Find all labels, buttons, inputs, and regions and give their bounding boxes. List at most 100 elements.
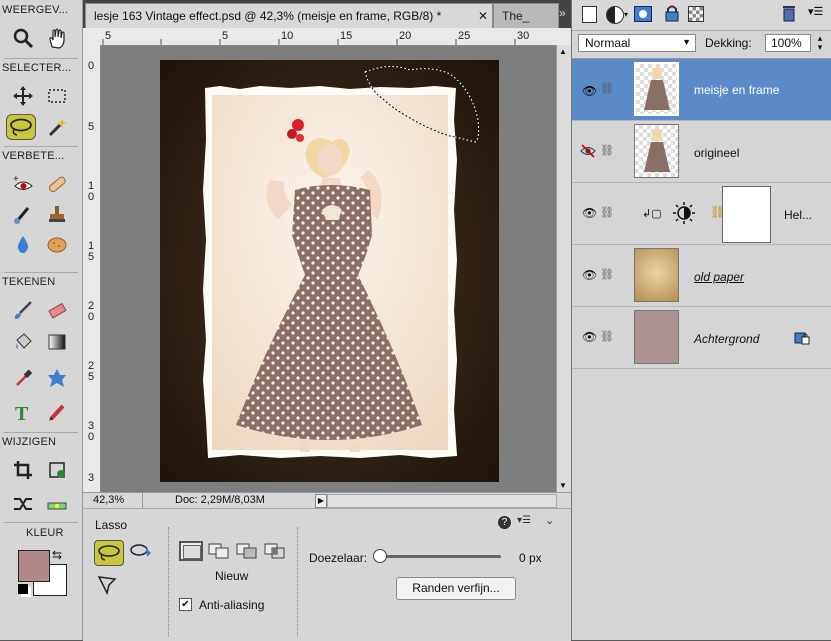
polygonal-lasso-icon [97,576,117,596]
lasso-variant-polygonal[interactable] [95,573,121,597]
layer-row-origineel[interactable]: ⛓ origineel [572,121,831,183]
lasso-icon [98,545,120,561]
opacity-field[interactable]: 100% [765,34,811,52]
hidden-eye-icon[interactable] [580,143,596,162]
visibility-eye-icon[interactable]: 👁 [582,84,597,98]
close-tab-icon[interactable]: ✕ [478,4,488,28]
adjustment-dropdown-icon[interactable]: ▾ [624,10,628,19]
selection-mode-subtract[interactable] [235,541,259,561]
pencil-tool[interactable] [42,398,72,426]
feather-slider-track[interactable] [379,555,501,558]
selection-mode-label: Nieuw [215,569,249,583]
new-layer-icon[interactable] [582,6,597,23]
ruler-top-label: 20 [399,30,412,42]
smart-brush-tool[interactable] [8,200,38,228]
blur-tool[interactable] [8,230,38,258]
collapse-options-icon[interactable]: ⌄ [545,514,554,527]
custom-shape-tool[interactable] [42,364,72,392]
marquee-tool[interactable] [42,82,72,110]
eraser-tool[interactable] [42,296,72,324]
visibility-eye-icon[interactable]: 👁 [582,206,597,220]
default-colors-icon[interactable] [18,584,28,594]
selection-mode-new[interactable] [179,541,203,561]
lasso-variant-lasso[interactable] [94,540,124,566]
eye-icon: + [13,174,33,190]
content-aware-move-tool[interactable] [8,490,38,518]
type-tool[interactable]: T [8,398,38,426]
swap-colors-icon[interactable]: ⇆ [52,548,62,562]
pencil-icon [49,404,65,421]
horizontal-scrollbar[interactable] [327,494,557,508]
brush-tool[interactable] [8,296,38,324]
hand-tool[interactable] [42,24,72,52]
section-draw-header: TEKENEN [2,276,78,292]
antialias-checkbox[interactable]: ✔ [179,598,192,611]
brightness-adjustment-icon[interactable] [672,201,696,228]
red-eye-tool[interactable]: + [8,170,38,198]
link-icon[interactable]: ⛓ [600,268,614,281]
move-tool[interactable] [8,82,38,110]
link-icon[interactable]: ⛓ [600,330,614,343]
antialias-label: Anti-aliasing [199,598,265,612]
link-icon[interactable]: ⛓ [600,206,614,219]
layer-mask-icon[interactable] [634,6,652,22]
options-menu-icon[interactable]: ▾☰ [517,515,531,526]
layer-row-helderheid[interactable]: 👁 ⛓ ↲▢ ⛓ Hel... [572,183,831,245]
refine-edge-button[interactable]: Randen verfijn... [396,577,516,600]
layer-row-meisje-en-frame[interactable]: 👁 ⛓ meisje en frame [572,59,831,121]
vertical-scrollbar[interactable]: ▲ ▼ [556,45,572,492]
document-size: Doc: 2,29M/8,03M [175,494,265,506]
recompose-tool[interactable] [42,456,72,484]
visibility-eye-icon[interactable]: 👁 [582,268,597,282]
ruler-top-label: 30 [517,30,530,42]
ruler-left-label: 2 0 [87,300,95,323]
panel-menu-icon[interactable]: ▾☰ [808,5,823,18]
paint-bucket-tool[interactable] [8,328,38,356]
link-icon[interactable]: ⛓ [600,144,614,157]
healing-brush-tool[interactable] [42,170,72,198]
feather-slider-thumb[interactable] [373,549,387,563]
status-bar: 42,3% Doc: 2,29M/8,03M ▶ [83,492,571,509]
straighten-tool[interactable] [42,490,72,518]
document-image[interactable] [160,60,499,482]
crop-tool[interactable] [8,456,38,484]
help-icon[interactable]: ? [498,516,511,529]
trash-icon[interactable] [781,4,797,22]
ruler-left-label: 1 0 [87,180,95,203]
tabs-scroll-icon[interactable]: » [559,6,566,20]
document-tab-inactive[interactable]: The_ [493,3,559,28]
lock-transparency-icon[interactable] [688,6,704,22]
scroll-down-icon[interactable]: ▼ [559,481,567,490]
adjustment-layer-icon[interactable] [606,6,624,24]
layer-row-achtergrond[interactable]: 👁 ⛓ Achtergrond [572,307,831,369]
lock-icon[interactable] [664,4,680,22]
selection-mode-intersect[interactable] [263,541,287,561]
type-icon: T [15,403,29,423]
document-tab-active[interactable]: lesje 163 Vintage effect.psd @ 42,3% (me… [85,3,493,28]
scroll-up-icon[interactable]: ▲ [559,47,567,56]
visibility-eye-icon[interactable]: 👁 [582,330,597,344]
opacity-stepper[interactable]: ▴ ▾ [812,34,828,52]
magic-wand-icon [48,118,67,137]
sponge-tool[interactable] [42,230,72,258]
eyedropper-tool[interactable] [8,364,38,392]
blend-mode-value: Normaal [585,36,631,50]
gradient-tool[interactable] [42,328,72,356]
blend-mode-select[interactable]: Normaal ▼ [578,34,696,52]
clone-stamp-tool[interactable] [42,200,72,228]
subtract-selection-icon [236,543,257,559]
status-menu-arrow-icon[interactable]: ▶ [315,494,327,508]
lasso-variant-magnetic[interactable] [128,540,154,564]
zoom-tool[interactable] [8,24,38,52]
drop-icon [17,236,29,253]
section-select-label: SELECTER... [2,62,72,74]
layer-row-old-paper[interactable]: 👁 ⛓ old paper [572,245,831,307]
lasso-tool[interactable] [6,114,36,140]
foreground-color-swatch[interactable] [18,550,50,582]
chevron-down-icon: ▼ [682,37,691,47]
selection-mode-add[interactable] [207,541,231,561]
zoom-level[interactable]: 42,3% [93,494,124,506]
link-icon[interactable]: ⛓ [600,82,614,95]
layers-empty-area [572,369,831,640]
magic-wand-tool[interactable] [42,113,72,141]
